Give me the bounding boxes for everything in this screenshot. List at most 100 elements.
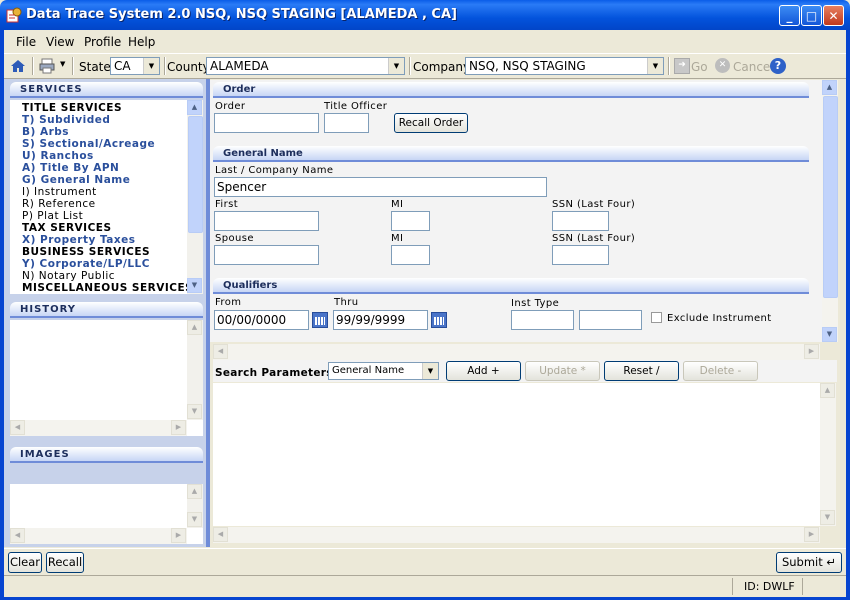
bottom-bar (4, 548, 846, 575)
calendar-icon[interactable] (431, 312, 447, 328)
ssn-field[interactable] (552, 211, 609, 231)
inst-type-field-1[interactable] (511, 310, 574, 330)
services-scrollbar[interactable]: ▲ ▼ (187, 100, 203, 294)
inst-type-label: Inst Type (511, 298, 560, 309)
service-item[interactable]: U) Ranchos (22, 150, 94, 162)
app-icon (6, 7, 22, 23)
qualifiers-header: Qualifiers (213, 278, 809, 294)
calendar-icon[interactable] (312, 312, 328, 328)
recall-order-button[interactable]: Recall Order (394, 113, 468, 133)
inst-type-field-2[interactable] (579, 310, 642, 330)
service-item[interactable]: N) Notary Public (22, 270, 115, 282)
update-button[interactable]: Update * (525, 361, 600, 381)
general-name-header: General Name (213, 146, 809, 162)
maximize-button[interactable]: □ (801, 5, 822, 26)
service-item[interactable]: X) Property Taxes (22, 234, 136, 246)
print-dropdown-icon[interactable]: ▼ (60, 60, 65, 68)
history-list: ▲ ▼ ◀ ▶ (10, 320, 203, 436)
spouse-field[interactable] (214, 245, 319, 265)
from-date-field[interactable]: 00/00/0000 (214, 310, 309, 330)
params-vscroll[interactable]: ▲ ▼ (820, 383, 836, 526)
status-divider (802, 578, 803, 595)
home-icon[interactable] (10, 58, 26, 74)
menu-profile[interactable]: Profile (84, 35, 121, 49)
close-button[interactable]: ✕ (823, 5, 844, 26)
exclude-instrument-checkbox[interactable] (651, 312, 662, 323)
state-select[interactable]: CA ▼ (110, 57, 160, 75)
images-hscroll[interactable]: ◀ ▶ (10, 528, 187, 544)
last-name-field[interactable]: Spencer (214, 177, 547, 197)
spouse-mi-label: MI (391, 233, 404, 244)
help-icon[interactable]: ? (770, 58, 786, 74)
history-hscroll[interactable]: ◀ ▶ (10, 420, 187, 436)
service-item[interactable]: B) Arbs (22, 126, 69, 138)
service-item[interactable]: S) Sectional/Acreage (22, 138, 155, 150)
chevron-down-icon: ▼ (388, 58, 404, 74)
history-vscroll[interactable]: ▲ ▼ (187, 320, 203, 420)
service-item[interactable]: P) Plat List (22, 210, 83, 222)
title-bar[interactable]: Data Trace System 2.0 NSQ, NSQ STAGING [… (0, 0, 850, 30)
params-hscroll[interactable]: ◀ ▶ (213, 527, 820, 543)
company-label: Company (413, 60, 471, 74)
main-hscroll[interactable]: ◀ ▶ (213, 344, 820, 360)
service-item[interactable]: R) Reference (22, 198, 96, 210)
chevron-down-icon: ▼ (647, 58, 663, 74)
order-header: Order (213, 82, 809, 98)
search-params-select[interactable]: General Name ▼ (328, 362, 439, 380)
exclude-instrument-label: Exclude Instrument (667, 313, 772, 324)
service-item[interactable]: G) General Name (22, 174, 130, 186)
county-select[interactable]: ALAMEDA ▼ (206, 57, 405, 75)
add-button[interactable]: Add + (446, 361, 521, 381)
status-bar: ID: DWLF (4, 575, 846, 597)
window-border-right (846, 30, 850, 600)
print-icon[interactable] (39, 58, 55, 74)
order-field[interactable] (214, 113, 319, 133)
history-header: HISTORY (10, 302, 203, 318)
service-item[interactable]: T) Subdivided (22, 114, 110, 126)
first-name-label: First (215, 199, 239, 210)
recall-button[interactable]: Recall (46, 552, 84, 573)
service-item[interactable]: I) Instrument (22, 186, 97, 198)
service-category: MISCELLANEOUS SERVICES (22, 282, 194, 294)
thru-date-field[interactable]: 99/99/9999 (333, 310, 428, 330)
window-title: Data Trace System 2.0 NSQ, NSQ STAGING [… (26, 7, 457, 22)
service-category: BUSINESS SERVICES (22, 246, 151, 258)
scroll-thumb[interactable] (823, 96, 838, 298)
status-id: ID: DWLF (744, 580, 795, 593)
service-category: TITLE SERVICES (22, 102, 123, 114)
spouse-mi-field[interactable] (391, 245, 430, 265)
status-divider (732, 578, 733, 595)
search-params-list (213, 383, 820, 526)
scroll-up-icon: ▲ (187, 100, 202, 115)
main-vscroll[interactable]: ▲ ▼ (822, 80, 838, 342)
service-item[interactable]: Y) Corporate/LP/LLC (22, 258, 150, 270)
mi-label: MI (391, 199, 404, 210)
chevron-down-icon: ▼ (422, 363, 438, 379)
images-vscroll[interactable]: ▲ ▼ (187, 484, 203, 528)
mi-field[interactable] (391, 211, 430, 231)
services-header: SERVICES (10, 82, 203, 98)
spouse-ssn-field[interactable] (552, 245, 609, 265)
chevron-down-icon: ▼ (143, 58, 159, 74)
menu-view[interactable]: View (46, 35, 74, 49)
toolbar: ▼ State CA ▼ County ALAMEDA ▼ Company NSQ,… (4, 54, 846, 79)
company-select[interactable]: NSQ, NSQ STAGING ▼ (465, 57, 664, 75)
title-officer-field[interactable] (324, 113, 369, 133)
go-button[interactable]: Go (691, 60, 708, 74)
search-params-label: Search Parameters (215, 367, 333, 379)
order-label: Order (215, 101, 246, 112)
county-label: County (167, 60, 210, 74)
menu-bar: File View Profile Help (4, 31, 846, 54)
scroll-thumb[interactable] (188, 116, 203, 233)
submit-button[interactable]: Submit ↵ (776, 552, 842, 573)
minimize-button[interactable]: _ (779, 5, 800, 26)
menu-file[interactable]: File (16, 35, 36, 49)
first-name-field[interactable] (214, 211, 319, 231)
service-item[interactable]: A) Title By APN (22, 162, 119, 174)
delete-button[interactable]: Delete - (683, 361, 758, 381)
menu-help[interactable]: Help (128, 35, 155, 49)
cancel-button[interactable]: Cancel (733, 60, 774, 74)
reset-button[interactable]: Reset / (604, 361, 679, 381)
clear-button[interactable]: Clear (8, 552, 42, 573)
scroll-down-icon: ▼ (187, 278, 202, 293)
